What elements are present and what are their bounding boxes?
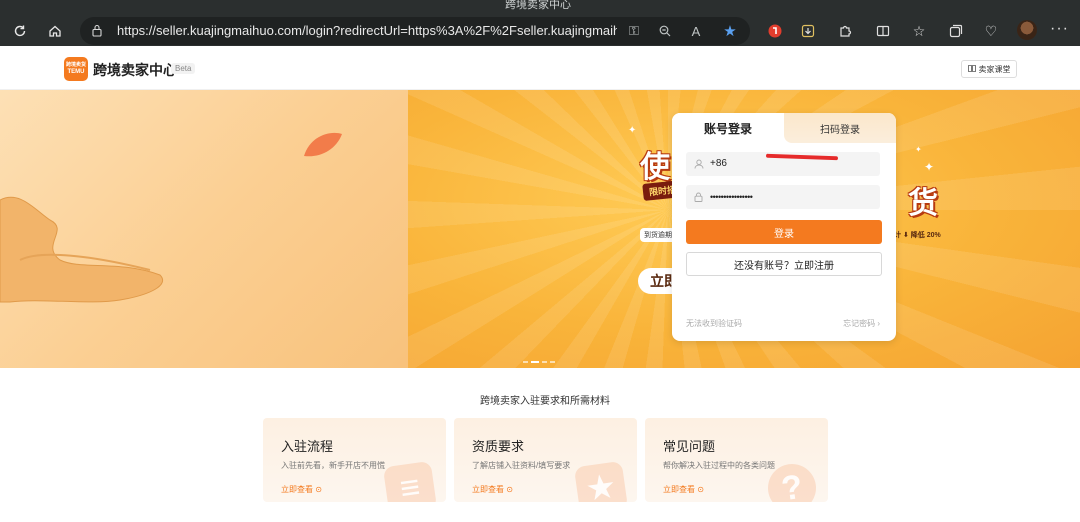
lock-icon[interactable] xyxy=(92,24,102,37)
more-icon[interactable]: ··· xyxy=(1050,20,1069,38)
carousel-dot[interactable] xyxy=(550,361,555,363)
tab-account-login[interactable]: 账号登录 xyxy=(672,113,784,143)
card-title: 入驻流程 xyxy=(281,439,334,454)
phone-prefix[interactable]: +86 xyxy=(710,158,727,169)
download-icon[interactable] xyxy=(796,19,820,43)
password-value[interactable]: •••••••••••••••• xyxy=(710,192,753,202)
carousel-dots[interactable] xyxy=(523,361,555,363)
card-title: 常见问题 xyxy=(663,439,716,454)
forgot-password-link[interactable]: 忘记密码 › xyxy=(843,318,880,329)
card-desc: 了解店铺入驻资料/填写要求 xyxy=(472,461,571,470)
document-decoration-icon: ≡ xyxy=(382,460,438,502)
refresh-icon[interactable] xyxy=(8,19,32,43)
extension-red-icon[interactable] xyxy=(763,19,787,43)
beta-badge: Beta xyxy=(171,63,196,74)
key-icon[interactable]: ⚿ xyxy=(624,21,644,41)
zoom-icon[interactable] xyxy=(655,21,675,41)
carousel-dot[interactable] xyxy=(531,361,539,363)
card-faq[interactable]: 常见问题 帮你解决入驻过程中的各类问题 立即查看 ⊙ ? xyxy=(645,418,828,502)
arrow-circle-icon: ⊙ xyxy=(506,485,513,494)
card-desc: 入驻前先看，新手开店不用慌 xyxy=(281,461,385,470)
carousel-dot[interactable] xyxy=(542,361,547,363)
puzzle-icon[interactable] xyxy=(833,19,857,43)
profile-avatar[interactable] xyxy=(1017,20,1037,40)
star-badge-decoration-icon: ★ xyxy=(573,460,629,502)
promo-pill-right: 计 ⬇ 降低 20% xyxy=(894,232,941,239)
seller-classroom-label: 卖家课堂 xyxy=(978,64,1011,74)
sparkle-icon: ✦ xyxy=(628,125,637,136)
card-onboarding-process[interactable]: 入驻流程 入驻前先看，新手开店不用慌 立即查看 ⊙ ≡ xyxy=(263,418,446,502)
favorite-star-icon[interactable]: ★ xyxy=(720,21,740,41)
promo-heading-right: 货 xyxy=(908,186,938,221)
leaf-decoration xyxy=(304,132,342,157)
split-screen-icon[interactable] xyxy=(871,19,895,43)
sparkle-icon: ✦ xyxy=(915,145,922,154)
site-title[interactable]: 跨境卖家中心 xyxy=(93,60,177,80)
map-illustration xyxy=(0,196,163,303)
login-button[interactable]: 登录 xyxy=(686,220,882,244)
card-desc: 帮你解决入驻过程中的各类问题 xyxy=(663,461,775,470)
no-verification-code-link[interactable]: 无法收到验证码 xyxy=(686,318,742,329)
favorites-icon[interactable]: ☆ xyxy=(907,19,931,43)
collections-icon[interactable] xyxy=(944,19,968,43)
url-text[interactable]: https://seller.kuajingmaihuo.com/login?r… xyxy=(117,23,617,38)
requirements-section-title: 跨境卖家入驻要求和所需材料 xyxy=(480,396,610,407)
login-card: 账号登录 扫码登录 +86 •••••••••••••••• 登录 还没有账号？… xyxy=(672,113,896,341)
temu-logo[interactable]: 跨境卖货 TEMU xyxy=(64,57,88,81)
register-button[interactable]: 还没有账号？立即注册 xyxy=(686,252,882,276)
tab-title[interactable]: 跨境卖家中心 xyxy=(505,0,571,12)
chevron-right-icon: › xyxy=(877,319,880,328)
promo-pill-left: 到货逾期 xyxy=(640,228,676,242)
card-qualification-requirements[interactable]: 资质要求 了解店铺入驻资料/填写要求 立即查看 ⊙ ★ xyxy=(454,418,637,502)
user-icon xyxy=(693,158,704,169)
tab-qr-login[interactable]: 扫码登录 xyxy=(784,113,896,143)
book-icon xyxy=(967,64,976,74)
site-header: 跨境卖货 TEMU 跨境卖家中心 Beta 卖家课堂 xyxy=(0,46,1080,90)
password-field[interactable]: •••••••••••••••• xyxy=(686,185,880,209)
seller-classroom-button[interactable]: 卖家课堂 xyxy=(961,60,1017,78)
carousel-dot[interactable] xyxy=(523,361,528,363)
heart-icon[interactable]: ♡ xyxy=(979,19,1003,43)
hero-banner[interactable]: 使 限时招 到货逾期 货 计 ⬇ 降低 20% 立即 ✦ ✦ ✦ xyxy=(0,90,1080,368)
card-link[interactable]: 立即查看 ⊙ xyxy=(472,484,513,495)
read-aloud-icon[interactable]: A xyxy=(686,21,706,41)
browser-chrome: 跨境卖家中心 https://seller.kuajingmaihuo.com/… xyxy=(0,0,1080,46)
address-bar[interactable]: https://seller.kuajingmaihuo.com/login?r… xyxy=(80,17,750,45)
card-link[interactable]: 立即查看 ⊙ xyxy=(663,484,704,495)
forgot-password-label: 忘记密码 xyxy=(843,319,876,328)
card-title: 资质要求 xyxy=(472,439,525,454)
lock-icon xyxy=(693,191,704,202)
card-link[interactable]: 立即查看 ⊙ xyxy=(281,484,322,495)
arrow-circle-icon: ⊙ xyxy=(315,485,322,494)
arrow-circle-icon: ⊙ xyxy=(697,485,704,494)
promo-heading-left: 使 xyxy=(640,150,670,185)
sparkle-icon: ✦ xyxy=(924,160,935,174)
home-icon[interactable] xyxy=(43,19,67,43)
